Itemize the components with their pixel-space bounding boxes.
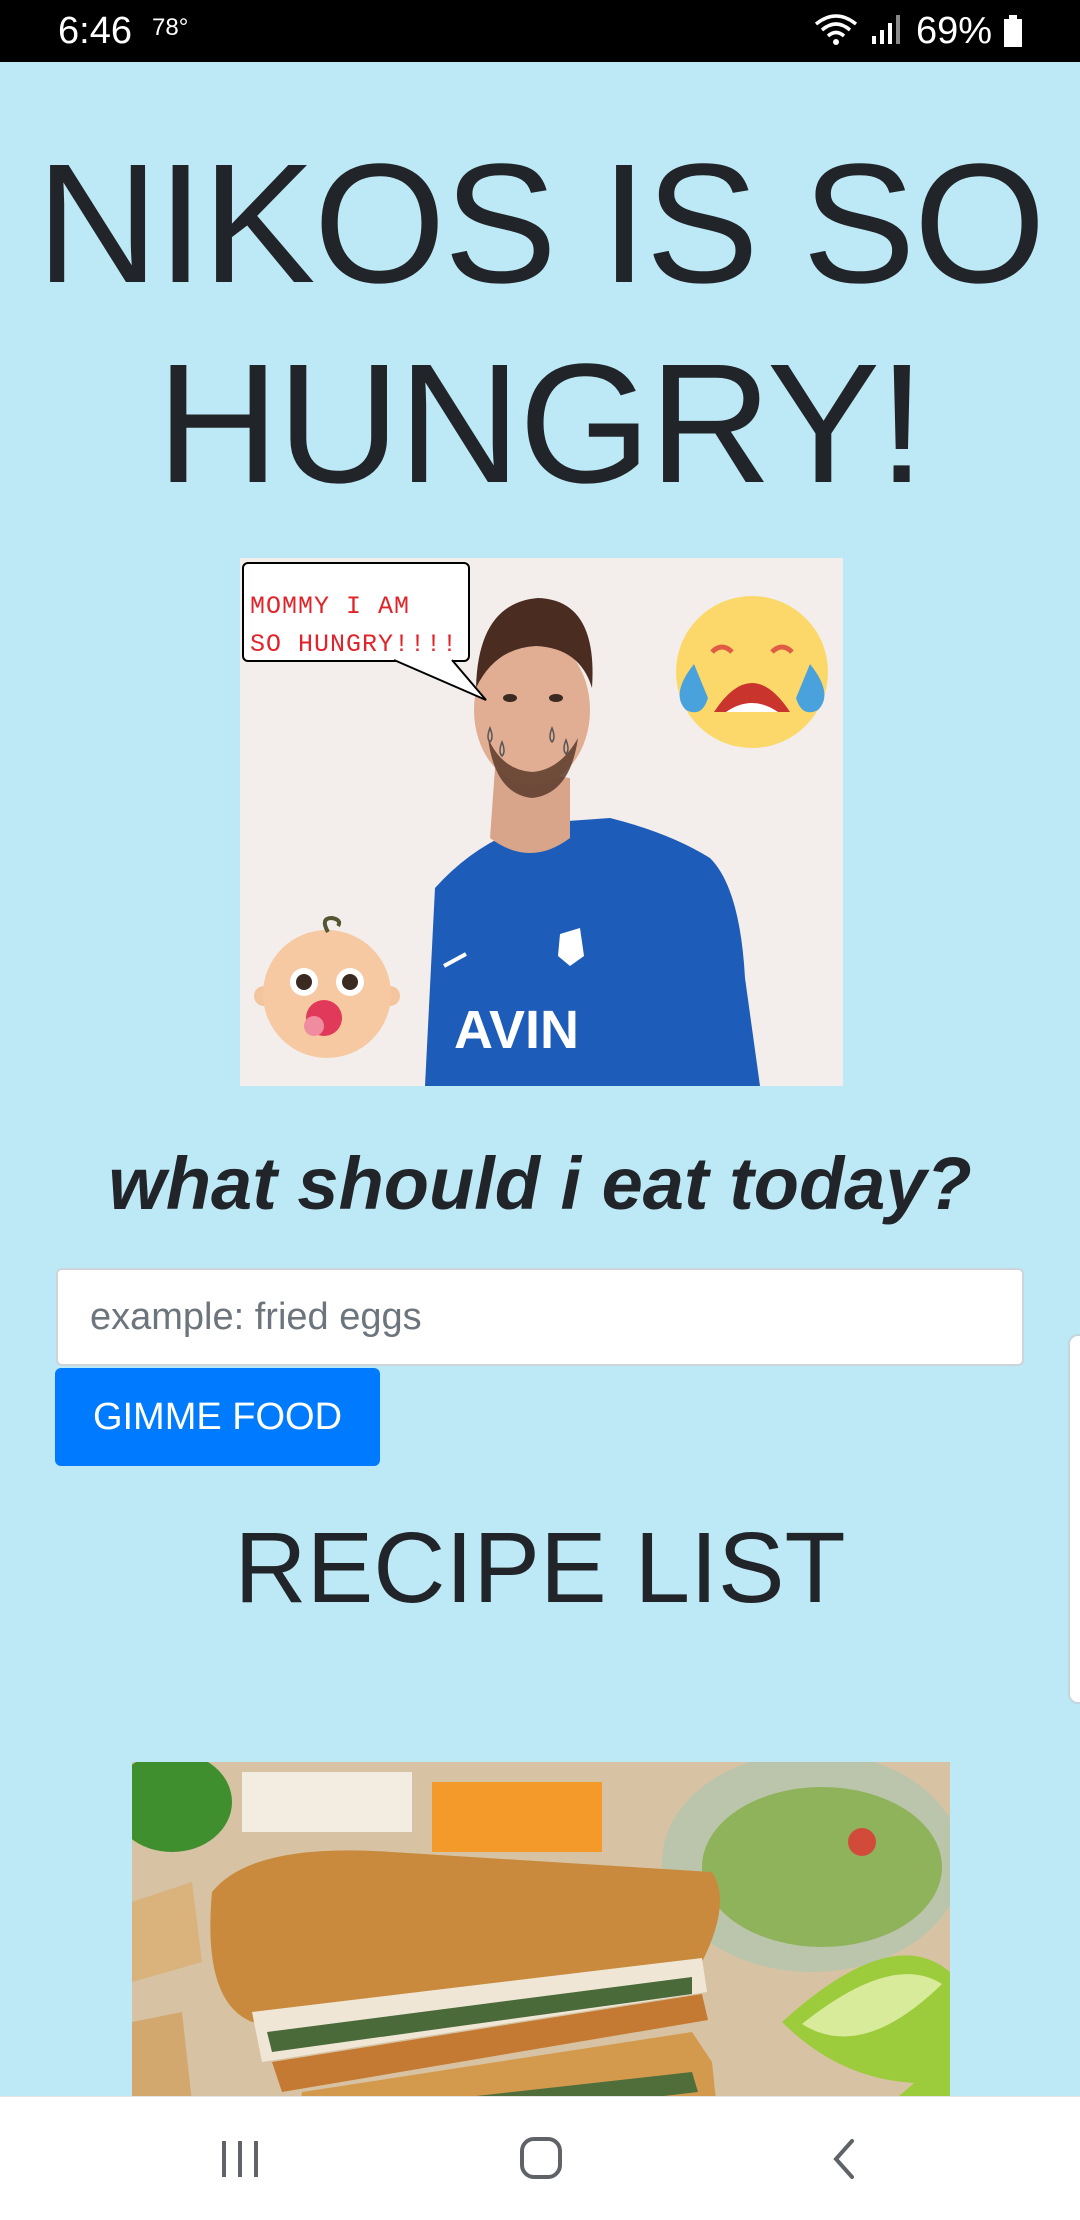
crying-face-emoji (676, 596, 828, 748)
wifi-icon (814, 12, 858, 51)
page-title: NIKOS IS SO HUNGRY! (36, 129, 1046, 519)
speech-bubble-tail (393, 659, 487, 701)
gimme-food-button[interactable]: GIMME FOOD (55, 1368, 380, 1466)
edge-panel-handle[interactable] (1068, 1334, 1080, 1704)
home-icon[interactable] (500, 2127, 580, 2191)
status-indicators: 69% (814, 8, 1022, 54)
back-icon[interactable] (806, 2127, 886, 2191)
recipe-list-heading: RECIPE LIST (234, 1512, 846, 1624)
food-search-input[interactable] (56, 1268, 1024, 1366)
battery-icon (1004, 15, 1022, 47)
subheading: what should i eat today? (108, 1142, 972, 1225)
recent-apps-icon[interactable] (200, 2127, 280, 2191)
page-content: NIKOS IS SO HUNGRY! AVIN MOMMY I AM SO H… (0, 62, 1080, 2096)
baby-face-emoji (254, 915, 400, 1058)
battery-percentage: 69% (915, 9, 992, 52)
speech-bubble: MOMMY I AM SO HUNGRY!!!! (242, 562, 470, 662)
navigation-bar (0, 2096, 1080, 2220)
status-temperature: 78° (152, 14, 189, 41)
status-time: 6:46 (58, 10, 132, 52)
hero-image: AVIN MOMMY I AM SO HUNGRY!!!! (240, 558, 843, 1086)
signal-icon (870, 12, 904, 51)
status-bar: 6:46 78° 69% (0, 0, 1080, 62)
tears-icon (487, 725, 569, 758)
recipe-image[interactable] (132, 1762, 950, 2096)
shirt-sponsor-text: AVIN (454, 1000, 579, 1060)
